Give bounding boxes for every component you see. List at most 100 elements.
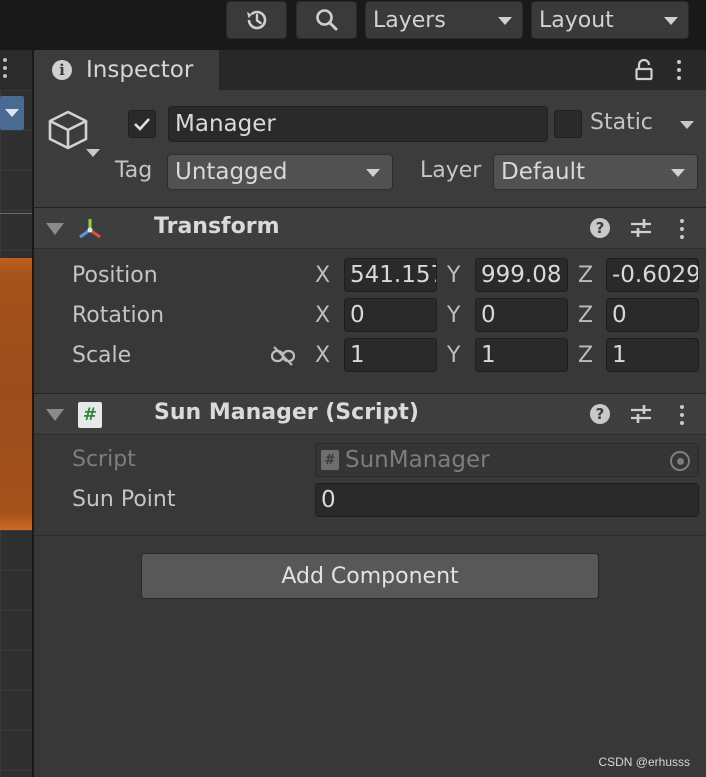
kebab-menu-icon[interactable] bbox=[672, 58, 686, 82]
unlinked-chain-icon bbox=[270, 346, 296, 366]
presets-button[interactable] bbox=[630, 404, 652, 424]
active-checkbox[interactable] bbox=[128, 110, 156, 138]
sun-manager-header[interactable]: # Sun Manager (Script) ? bbox=[34, 393, 706, 435]
help-button[interactable]: ? bbox=[590, 218, 610, 238]
kebab-menu-icon[interactable] bbox=[678, 217, 686, 241]
help-icon: ? bbox=[590, 404, 610, 424]
rotation-label: Rotation bbox=[72, 303, 165, 328]
lock-button[interactable] bbox=[632, 58, 656, 82]
gameobject-header: Manager Static Tag Untagged Layer Defaul… bbox=[34, 90, 706, 208]
transform-header[interactable]: Transform ? bbox=[34, 207, 706, 249]
kebab-menu-icon[interactable] bbox=[678, 403, 686, 427]
foldout-arrow-icon[interactable] bbox=[46, 409, 64, 421]
help-button[interactable]: ? bbox=[590, 404, 610, 424]
help-icon: ? bbox=[590, 218, 610, 238]
rotation-z-input[interactable]: 0 bbox=[606, 298, 699, 332]
search-button[interactable] bbox=[296, 1, 357, 39]
transform-body: Position X 541.157 Y 999.08 Z -0.6029 Ro… bbox=[34, 249, 706, 393]
axis-y-label: Y bbox=[447, 303, 461, 328]
tag-label: Tag bbox=[115, 158, 153, 183]
sun-point-input[interactable]: 0 bbox=[315, 483, 699, 517]
gameobject-icon[interactable] bbox=[46, 108, 90, 158]
layer-value: Default bbox=[501, 159, 586, 185]
sun-point-value: 0 bbox=[321, 487, 336, 513]
position-z-input[interactable]: -0.6029 bbox=[606, 258, 699, 292]
scale-x-input[interactable]: 1 bbox=[344, 338, 437, 372]
chevron-down-icon bbox=[664, 17, 678, 25]
add-component-button[interactable]: Add Component bbox=[141, 553, 599, 599]
axis-z-label: Z bbox=[578, 263, 594, 288]
add-component-label: Add Component bbox=[281, 563, 459, 589]
chevron-down-icon[interactable] bbox=[86, 149, 100, 157]
scene-view-edge bbox=[0, 50, 32, 777]
static-label: Static bbox=[590, 110, 653, 135]
chevron-down-icon bbox=[366, 169, 380, 177]
scene-line bbox=[0, 213, 32, 214]
scale-x-value: 1 bbox=[350, 342, 365, 368]
rotation-z-value: 0 bbox=[612, 302, 627, 328]
transform-title: Transform bbox=[154, 214, 280, 239]
position-y-value: 999.08 bbox=[481, 262, 562, 288]
script-icon: # bbox=[78, 402, 102, 428]
static-checkbox[interactable] bbox=[554, 110, 582, 138]
position-y-input[interactable]: 999.08 bbox=[475, 258, 568, 292]
object-picker-icon bbox=[670, 451, 690, 471]
scale-label: Scale bbox=[72, 343, 132, 368]
tag-dropdown[interactable]: Untagged bbox=[167, 154, 393, 190]
kebab-menu-icon[interactable] bbox=[0, 56, 10, 82]
sun-manager-title: Sun Manager (Script) bbox=[154, 400, 419, 425]
position-z-value: -0.6029 bbox=[612, 262, 699, 288]
axis-x-label: X bbox=[315, 343, 331, 368]
inspector-tab-bar: i Inspector bbox=[34, 50, 706, 90]
scene-object bbox=[0, 258, 32, 530]
scene-dropdown[interactable] bbox=[0, 96, 24, 130]
script-value: SunManager bbox=[345, 447, 490, 473]
rotation-y-value: 0 bbox=[481, 302, 496, 328]
axis-z-label: Z bbox=[578, 303, 594, 328]
axis-x-label: X bbox=[315, 303, 331, 328]
cube-icon bbox=[48, 110, 88, 150]
scale-y-input[interactable]: 1 bbox=[475, 338, 568, 372]
presets-button[interactable] bbox=[630, 218, 652, 238]
constrain-proportions-button[interactable] bbox=[270, 345, 296, 367]
foldout-arrow-icon[interactable] bbox=[46, 223, 64, 235]
scale-y-value: 1 bbox=[481, 342, 496, 368]
hash-icon: # bbox=[82, 405, 98, 425]
chevron-down-icon bbox=[498, 17, 512, 25]
sun-manager-body: Script # SunManager Sun Point 0 bbox=[34, 435, 706, 535]
script-label: Script bbox=[72, 447, 136, 472]
script-field: # SunManager bbox=[315, 443, 699, 477]
inspector-window: i Inspector Manager Static Tag Untagged … bbox=[34, 50, 706, 777]
chevron-down-icon[interactable] bbox=[680, 121, 694, 129]
transform-icon bbox=[76, 216, 104, 246]
layer-dropdown[interactable]: Default bbox=[493, 154, 698, 190]
layer-label: Layer bbox=[420, 158, 482, 183]
axis-z-label: Z bbox=[578, 343, 594, 368]
layout-dropdown[interactable]: Layout bbox=[531, 1, 689, 39]
position-label: Position bbox=[72, 263, 158, 288]
axis-x-label: X bbox=[315, 263, 331, 288]
rotation-x-input[interactable]: 0 bbox=[344, 298, 437, 332]
sliders-icon bbox=[631, 405, 651, 423]
tab-inspector[interactable]: i Inspector bbox=[34, 50, 219, 90]
layers-dropdown[interactable]: Layers bbox=[365, 1, 523, 39]
sliders-icon bbox=[631, 219, 651, 237]
axis-y-label: Y bbox=[447, 263, 461, 288]
top-toolbar: Layers Layout bbox=[0, 0, 706, 42]
lock-icon bbox=[635, 58, 653, 81]
tab-label: Inspector bbox=[86, 57, 194, 83]
layers-label: Layers bbox=[373, 7, 446, 33]
position-x-input[interactable]: 541.157 bbox=[344, 258, 437, 292]
sun-point-label: Sun Point bbox=[72, 487, 176, 512]
tag-value: Untagged bbox=[175, 159, 288, 185]
info-icon: i bbox=[52, 60, 72, 80]
axes-icon bbox=[79, 219, 101, 239]
layout-label: Layout bbox=[539, 7, 614, 33]
checkmark-icon bbox=[134, 118, 150, 131]
scale-z-input[interactable]: 1 bbox=[606, 338, 699, 372]
history-button[interactable] bbox=[226, 1, 287, 39]
search-icon bbox=[315, 9, 337, 31]
position-x-value: 541.157 bbox=[350, 262, 437, 288]
rotation-y-input[interactable]: 0 bbox=[475, 298, 568, 332]
object-name-input[interactable]: Manager bbox=[168, 106, 548, 142]
